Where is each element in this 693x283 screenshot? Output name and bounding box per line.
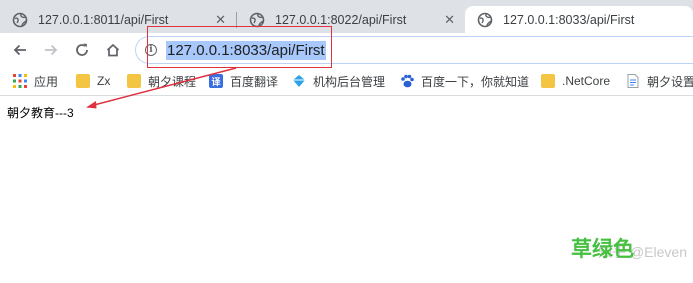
reload-icon — [76, 43, 88, 56]
bookmarks-bar: 应用 Zx 朝夕课程 译 百度翻译 机构后台管理 百度一下，你就知道 .NetC… — [0, 67, 693, 96]
forward-button[interactable] — [40, 39, 62, 61]
tab-label: 127.0.0.1:8011/api/First — [38, 12, 169, 27]
baidu-translate-icon: 译 — [209, 74, 223, 88]
folder-icon — [76, 74, 90, 88]
home-button[interactable] — [102, 39, 124, 61]
toolbar: i 127.0.0.1:8033/api/First — [0, 33, 693, 67]
back-button[interactable] — [9, 39, 31, 61]
diamond-icon — [293, 75, 305, 87]
green-label: 草绿色 — [571, 238, 634, 261]
forward-arrow-icon — [45, 44, 58, 56]
apps-grid-icon — [13, 74, 27, 88]
back-arrow-icon — [13, 44, 26, 56]
bookmark-apps[interactable]: 应用 — [13, 72, 58, 90]
bookmark-netcore[interactable]: .NetCore — [541, 72, 610, 90]
tab-8033[interactable]: 127.0.0.1:8033/api/First — [465, 6, 693, 33]
folder-icon — [127, 74, 141, 88]
bookmark-label: 机构后台管理 — [313, 74, 386, 89]
bookmark-label: 百度一下，你就知道 — [421, 74, 530, 89]
svg-text:译: 译 — [211, 76, 221, 87]
bookmark-baidu-translate[interactable]: 译 百度翻译 — [209, 72, 278, 90]
bookmark-baidu[interactable]: 百度一下，你就知道 — [400, 72, 529, 90]
bookmark-label: Zx — [97, 74, 111, 88]
tab-label: 127.0.0.1:8022/api/First — [275, 12, 407, 27]
baidu-paw-icon — [401, 74, 414, 88]
bookmark-label: 应用 — [34, 74, 59, 89]
close-icon[interactable]: ✕ — [444, 12, 455, 28]
tab-strip: 127.0.0.1:8011/api/First ✕ 127.0.0.1:802… — [0, 0, 693, 33]
bookmark-zhaoxi-settings[interactable]: 朝夕设置 — [626, 72, 693, 90]
bookmark-zx[interactable]: Zx — [76, 72, 110, 90]
tab-label: 127.0.0.1:8033/api/First — [503, 12, 635, 27]
bookmark-label: 朝夕设置 — [647, 74, 693, 89]
bookmark-zhaoxi-course[interactable]: 朝夕课程 — [127, 72, 196, 90]
home-icon — [106, 43, 120, 57]
annotation-box — [147, 26, 332, 68]
bookmark-admin[interactable]: 机构后台管理 — [292, 72, 385, 90]
bookmark-label: 朝夕课程 — [148, 74, 197, 89]
globe-icon — [12, 12, 28, 27]
bookmark-label: 百度翻译 — [230, 74, 279, 89]
page-icon — [627, 74, 639, 88]
globe-icon — [477, 12, 493, 27]
bookmark-label: .NetCore — [562, 74, 611, 88]
folder-icon — [541, 74, 555, 88]
response-text: 朝夕教育---3 — [7, 106, 74, 120]
reload-button[interactable] — [71, 39, 93, 61]
